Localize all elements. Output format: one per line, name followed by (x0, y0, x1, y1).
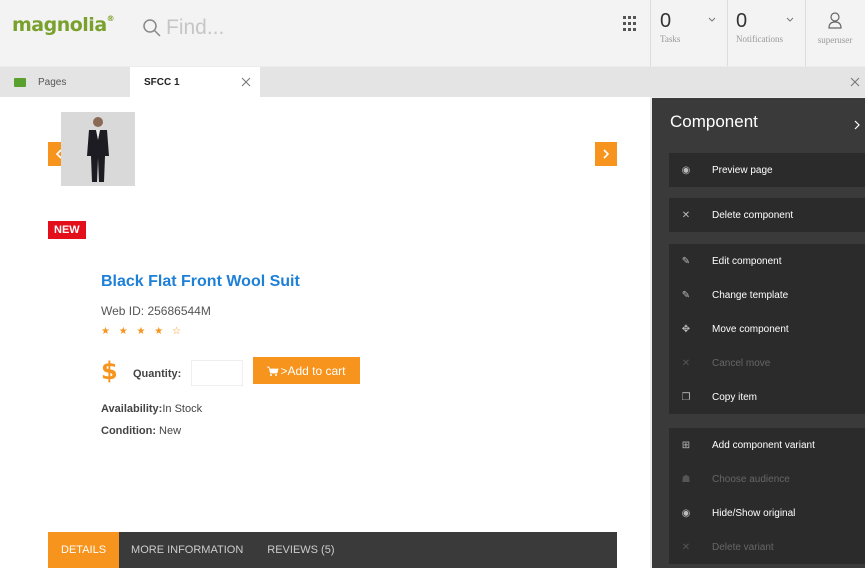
panel-action-choose-audience: ☗ Choose audience (669, 462, 865, 496)
panel-title: Component (670, 112, 758, 131)
panel-action-label: Edit component (712, 255, 782, 267)
quantity-label: Quantity: (133, 368, 182, 380)
tab-bar: Pages SFCC 1 (0, 67, 865, 97)
divider (805, 0, 806, 66)
close-icon: ✕ (681, 209, 691, 221)
tasks-count: 0 (660, 10, 672, 32)
condition-value: New (159, 425, 182, 437)
panel-action-add-component-variant[interactable]: ⊞ Add component variant (669, 428, 865, 462)
tab-pages-label: Pages (38, 76, 67, 88)
rating-stars: ★ ★ ★ ★ ☆ (101, 326, 184, 337)
divider (727, 0, 728, 66)
panel-action-delete-component[interactable]: ✕ Delete component (669, 198, 865, 232)
chevron-right-icon (603, 149, 610, 159)
logo-mark: ® (106, 14, 115, 23)
top-bar: magnolia® 0 Tasks 0 Notifications superu… (0, 0, 865, 66)
panel-action-label: Preview page (712, 164, 773, 176)
panel-action-copy-item[interactable]: ❐ Copy item (669, 380, 865, 414)
close-tab-icon[interactable] (240, 76, 252, 88)
user-icon (828, 12, 842, 29)
panel-action-hide-show-original[interactable]: ◉ Hide/Show original (669, 496, 865, 530)
divider (650, 0, 651, 66)
close-icon: ✕ (681, 357, 691, 369)
pencil-icon: ✎ (681, 255, 691, 267)
currency-symbol: $ (101, 357, 118, 385)
chevron-right-icon[interactable] (853, 120, 861, 130)
condition: Condition: New (101, 425, 181, 437)
panel-action-label: Copy item (712, 391, 758, 403)
panel-action-cancel-move: ✕ Cancel move (669, 346, 865, 380)
tasks-label: Tasks (660, 34, 681, 44)
pencil-icon: ✎ (681, 289, 691, 301)
move-icon: ✥ (681, 323, 691, 335)
copy-icon: ❐ (681, 391, 691, 403)
panel-action-label: Move component (712, 323, 789, 335)
chevron-down-icon[interactable] (708, 16, 716, 24)
pages-app-icon (14, 77, 26, 87)
panel-action-label: Choose audience (712, 473, 790, 485)
product-info-tabs: DETAILS MORE INFORMATION REVIEWS (5) (48, 532, 617, 568)
panel-action-label: Cancel move (712, 357, 771, 369)
page-preview: NEW Black Flat Front Wool Suit Web ID: 2… (0, 97, 650, 568)
product-title[interactable]: Black Flat Front Wool Suit (101, 273, 300, 291)
notifications-label: Notifications (736, 34, 783, 44)
user-menu[interactable]: superuser (812, 12, 858, 45)
apps-grid-icon[interactable] (623, 16, 639, 32)
web-id: Web ID: 25686544M (101, 304, 211, 318)
availability-label: Availability: (101, 403, 163, 415)
panel-action-group: ⊞ Add component variant ☗ Choose audience ◉ H… (669, 428, 865, 564)
eye-icon: ◉ (681, 507, 691, 519)
tab-details[interactable]: DETAILS (48, 532, 120, 568)
product-image[interactable] (61, 112, 135, 186)
magnolia-logo[interactable]: magnolia® (12, 14, 115, 36)
search-input[interactable] (166, 16, 566, 40)
eye-icon: ◉ (681, 164, 691, 176)
panel-action-change-template[interactable]: ✎ Change template (669, 278, 865, 312)
panel-action-group: ✕ Delete component (669, 198, 865, 232)
availability: Availability:In Stock (101, 403, 202, 415)
panel-action-delete-variant: ✕ Delete variant (669, 530, 865, 564)
notifications-count: 0 (736, 10, 748, 32)
panel-action-group: ◉ Preview page (669, 153, 865, 187)
panel-action-label: Change template (712, 289, 789, 301)
gallery-next-button[interactable] (595, 142, 617, 166)
panel-action-label: Hide/Show original (712, 507, 796, 519)
quantity-input[interactable] (191, 360, 243, 386)
panel-action-preview-page[interactable]: ◉ Preview page (669, 153, 865, 187)
tab-pages[interactable]: Pages (0, 67, 66, 97)
user-name: superuser (817, 35, 853, 45)
tab-more-information[interactable]: MORE INFORMATION (119, 532, 255, 568)
notifications-indicator[interactable]: 0 Notifications (736, 10, 794, 44)
panel-action-group: ✎ Edit component ✎ Change template ✥ Move com… (669, 244, 865, 414)
add-to-cart-button[interactable]: >Add to cart (253, 357, 360, 384)
logo-text: magnolia (12, 14, 107, 36)
search-bar[interactable] (130, 8, 640, 48)
availability-value: In Stock (162, 403, 203, 415)
panel-action-label: Add component variant (712, 439, 815, 451)
tasks-indicator[interactable]: 0 Tasks (660, 10, 716, 44)
suit-model-image (87, 117, 109, 182)
close-icon: ✕ (681, 541, 691, 553)
condition-label: Condition: (101, 425, 156, 437)
component-action-panel: Component ◉ Preview page ✕ Delete component… (652, 98, 865, 568)
panel-action-label: Delete component (712, 209, 794, 221)
add-to-cart-label: >Add to cart (280, 363, 346, 378)
cart-icon (267, 366, 279, 376)
tab-reviews[interactable]: REVIEWS (5) (255, 532, 346, 568)
new-badge: NEW (48, 221, 86, 239)
chevron-down-icon[interactable] (786, 16, 794, 24)
panel-action-move-component[interactable]: ✥ Move component (669, 312, 865, 346)
panel-action-label: Delete variant (712, 541, 774, 553)
add-variant-icon: ⊞ (681, 439, 691, 451)
panel-action-edit-component[interactable]: ✎ Edit component (669, 244, 865, 278)
tab-sfcc1-label: SFCC 1 (144, 76, 180, 88)
close-app-icon[interactable] (849, 76, 861, 88)
audience-icon: ☗ (681, 473, 691, 485)
search-icon (143, 19, 161, 37)
